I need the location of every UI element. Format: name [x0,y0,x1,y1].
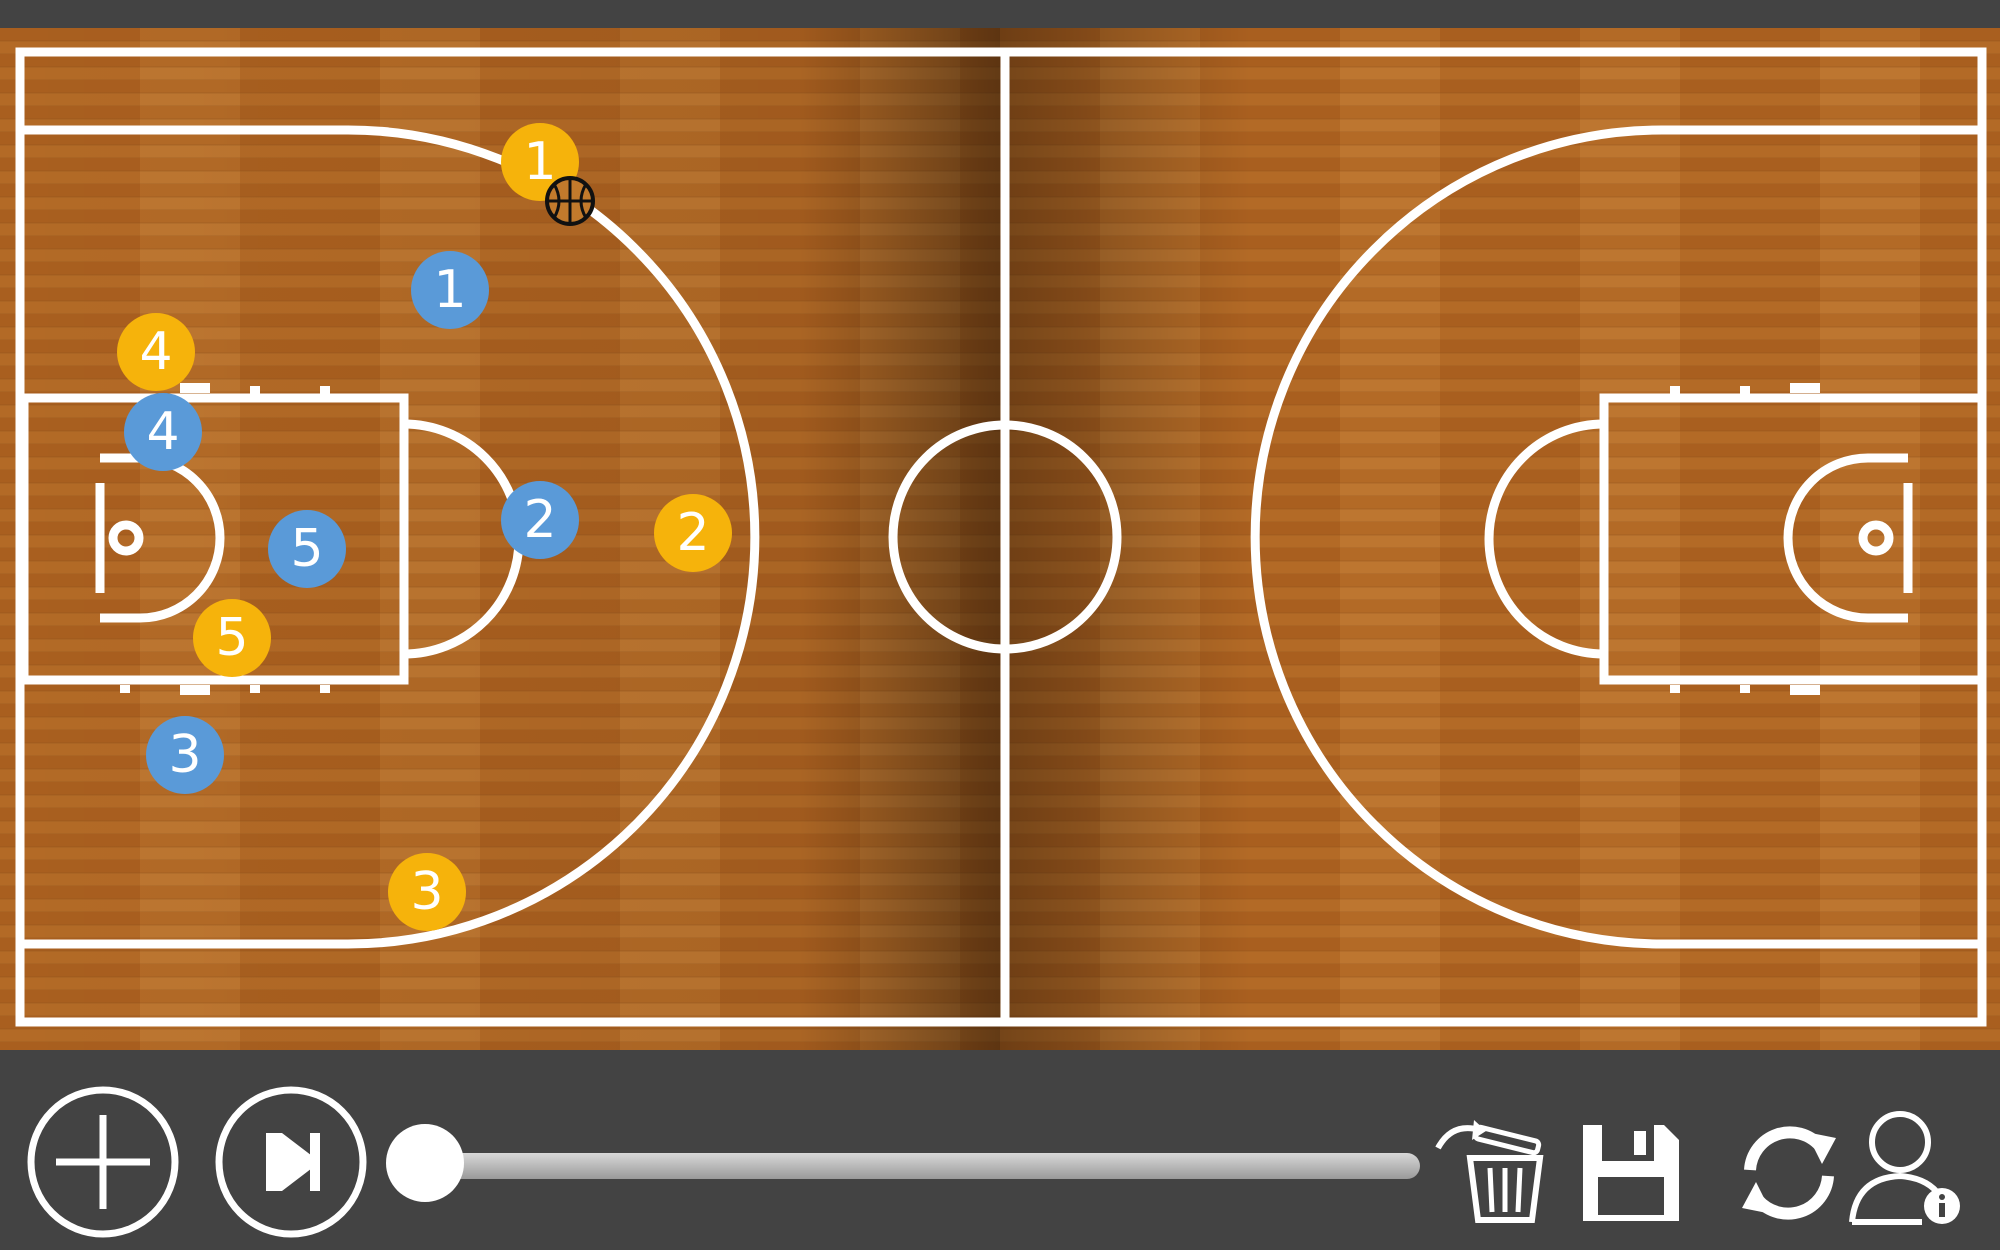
play-next-frame-icon [215,1086,367,1238]
defense-player-3[interactable]: 3 [146,716,224,794]
play-button[interactable] [214,1085,368,1239]
user-info-icon [1849,1111,1960,1225]
offense-player-4[interactable]: 4 [117,313,195,391]
refresh-button[interactable] [1738,1118,1840,1226]
add-frame-button[interactable] [26,1085,180,1239]
delete-button[interactable] [1430,1108,1548,1226]
user-info-button[interactable] [1848,1106,1966,1228]
floppy-disk-icon [1583,1125,1679,1221]
offense-player-3[interactable]: 3 [388,853,466,931]
trash-icon [1435,1120,1544,1223]
defense-player-2[interactable]: 2 [501,481,579,559]
plus-circle-icon [27,1086,179,1238]
defense-player-1[interactable]: 1 [411,251,489,329]
timeline-handle[interactable] [386,1124,464,1202]
offense-player-2[interactable]: 2 [654,494,732,572]
basketball-icon[interactable] [544,175,596,227]
timeline-slider[interactable] [420,1153,1420,1179]
defense-player-5[interactable]: 5 [268,510,346,588]
offense-player-5[interactable]: 5 [193,599,271,677]
save-button[interactable] [1578,1120,1684,1226]
defense-player-4[interactable]: 4 [124,393,202,471]
refresh-arrows-icon [1742,1126,1836,1220]
